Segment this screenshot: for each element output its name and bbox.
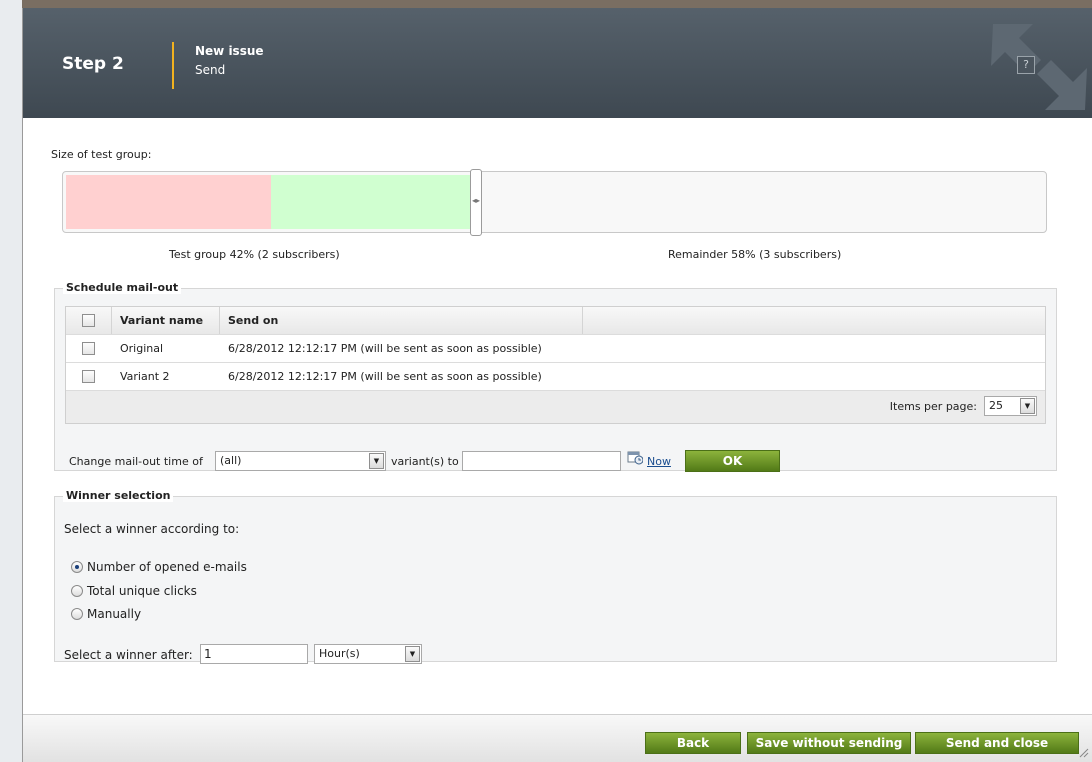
- column-header-send-on[interactable]: Send on: [220, 307, 583, 334]
- winner-criteria-label: Select a winner according to:: [64, 522, 240, 536]
- radio-label: Manually: [87, 607, 142, 621]
- winner-selection-legend: Winner selection: [63, 489, 174, 502]
- now-link[interactable]: Now: [647, 455, 671, 468]
- grid-header-row: Variant name Send on: [66, 307, 1045, 335]
- radio-unique-clicks[interactable]: Total unique clicks: [71, 584, 197, 598]
- variant-name-cell: Variant 2: [120, 370, 170, 383]
- chevron-down-icon: ▼: [405, 646, 420, 662]
- dialog-header: Step 2 New issue Send ?: [23, 8, 1092, 118]
- radio-label: Total unique clicks: [87, 584, 197, 598]
- items-per-page-value: 25: [989, 399, 1003, 412]
- time-unit-value: Hour(s): [319, 647, 360, 660]
- variant-select[interactable]: (all) ▼: [215, 451, 386, 471]
- grid-pager: Items per page: 25 ▼: [66, 391, 1045, 423]
- radio-opened-emails[interactable]: Number of opened e-mails: [71, 560, 247, 574]
- remainder-label: Remainder 58% (3 subscribers): [668, 248, 842, 261]
- radio-unselected-icon: [71, 608, 83, 620]
- column-header-empty: [583, 307, 1045, 334]
- test-group-label: Test group 42% (2 subscribers): [169, 248, 340, 261]
- variants-grid: Variant name Send on Original 6/28/2012 …: [65, 306, 1046, 424]
- save-without-sending-button[interactable]: Save without sending: [747, 732, 911, 754]
- select-all-checkbox[interactable]: [82, 314, 95, 327]
- help-icon[interactable]: ?: [1017, 56, 1035, 74]
- step-label: Step 2: [62, 54, 124, 74]
- test-group-size-label: Size of test group:: [51, 148, 152, 161]
- resize-grip-icon[interactable]: [1079, 748, 1089, 758]
- mailout-time-input[interactable]: [462, 451, 621, 471]
- items-per-page-select[interactable]: 25 ▼: [984, 396, 1037, 416]
- column-header-variant-name[interactable]: Variant name: [112, 307, 220, 334]
- resize-arrows-icon: ◂▸: [472, 196, 481, 205]
- send-on-cell: 6/28/2012 12:12:17 PM (will be sent as s…: [228, 370, 542, 383]
- send-and-close-button[interactable]: Send and close: [915, 732, 1079, 754]
- radio-label: Number of opened e-mails: [87, 560, 247, 574]
- dialog-footer: Back Save without sending Send and close: [23, 714, 1092, 762]
- table-row: Variant 2 6/28/2012 12:12:17 PM (will be…: [66, 363, 1045, 391]
- row-select-cell: [66, 335, 112, 362]
- dialog: Step 2 New issue Send ? Size of test gro…: [22, 8, 1092, 762]
- test-group-slider[interactable]: ◂▸: [62, 169, 1047, 236]
- winner-after-label: Select a winner after:: [64, 648, 193, 662]
- schedule-mailout-fieldset: Schedule mail-out Variant name Send on O…: [54, 281, 1057, 472]
- variant-select-value: (all): [220, 454, 242, 467]
- items-per-page-label: Items per page:: [889, 400, 977, 413]
- dialog-title: New issue: [195, 44, 264, 58]
- chevron-down-icon: ▼: [1020, 398, 1035, 414]
- test-group-variant-segment: [271, 175, 476, 229]
- slider-handle[interactable]: ◂▸: [470, 169, 482, 236]
- radio-manually[interactable]: Manually: [71, 607, 141, 621]
- radio-selected-icon: [71, 561, 83, 573]
- radio-unselected-icon: [71, 585, 83, 597]
- header-separator: [172, 42, 174, 89]
- table-row: Original 6/28/2012 12:12:17 PM (will be …: [66, 335, 1045, 363]
- test-group-segment: [66, 175, 271, 229]
- ok-button[interactable]: OK: [685, 450, 780, 472]
- calendar-icon[interactable]: [627, 449, 643, 465]
- row-select-cell: [66, 363, 112, 390]
- schedule-mailout-legend: Schedule mail-out: [63, 281, 182, 294]
- winner-selection-fieldset: Winner selection Select a winner accordi…: [54, 489, 1057, 664]
- send-on-cell: 6/28/2012 12:12:17 PM (will be sent as s…: [228, 342, 542, 355]
- variants-to-label: variant(s) to: [391, 455, 459, 468]
- dialog-subtitle: Send: [195, 63, 226, 77]
- time-unit-select[interactable]: Hour(s) ▼: [314, 644, 422, 664]
- row-checkbox[interactable]: [82, 342, 95, 355]
- winner-after-input[interactable]: 1: [200, 644, 308, 664]
- change-mailout-time-label: Change mail-out time of: [69, 455, 203, 468]
- back-button[interactable]: Back: [645, 732, 741, 754]
- select-all-cell: [66, 307, 112, 334]
- variant-name-cell: Original: [120, 342, 164, 355]
- background-window-top: [0, 0, 1092, 8]
- chevron-down-icon: ▼: [369, 453, 384, 469]
- background-window: [0, 0, 22, 762]
- row-checkbox[interactable]: [82, 370, 95, 383]
